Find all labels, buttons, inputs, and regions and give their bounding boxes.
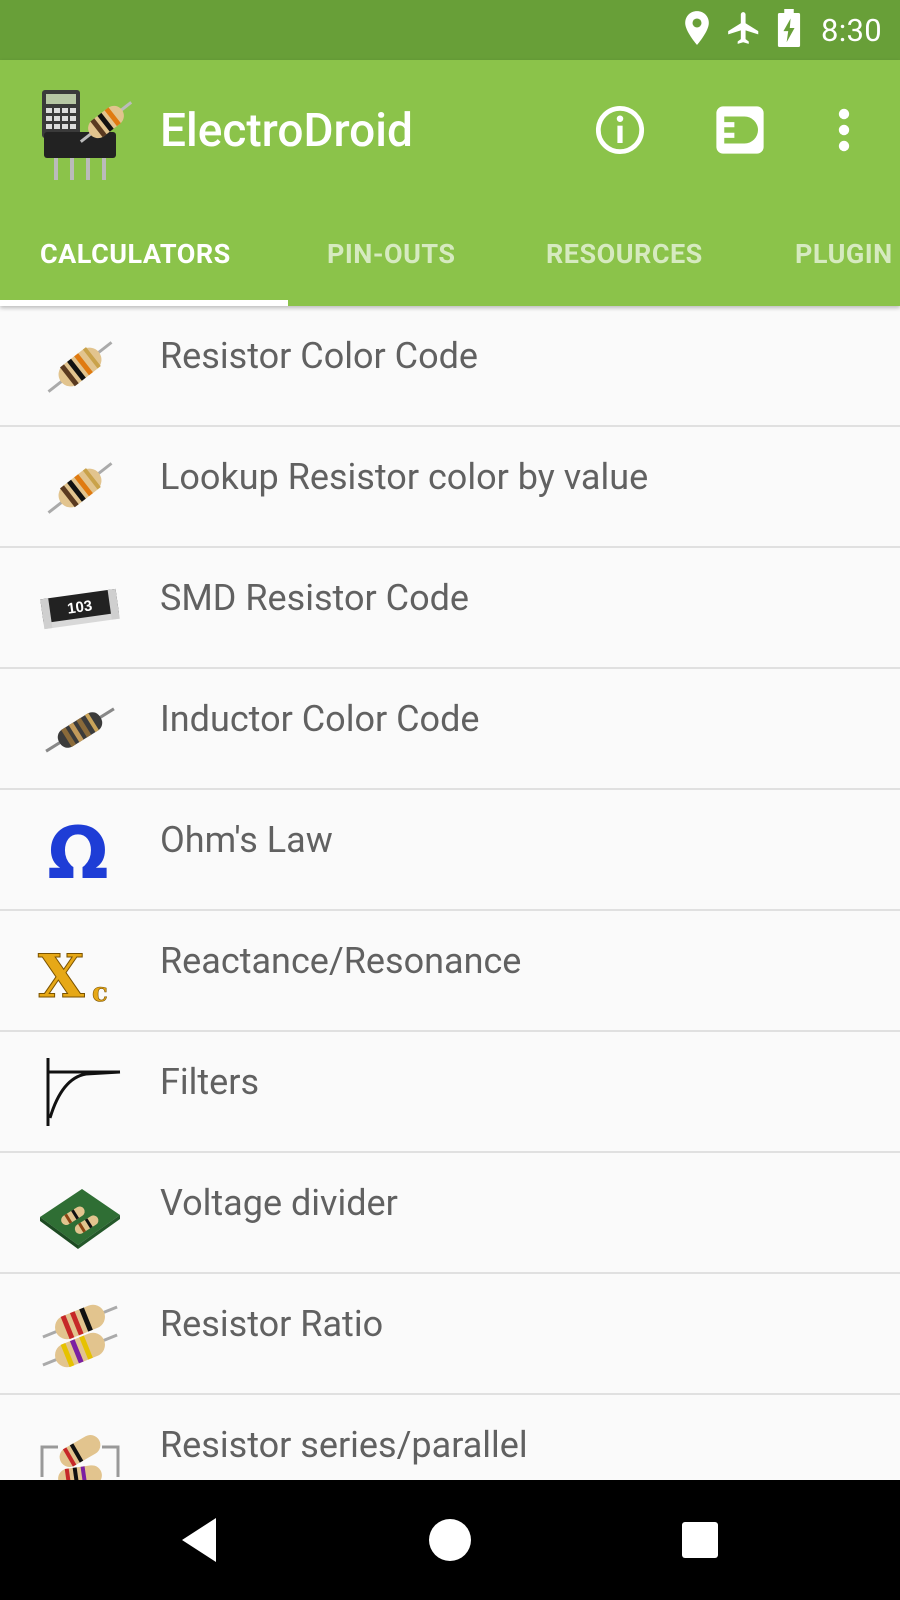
app-logo-icon: [38, 82, 142, 186]
item-label: Reactance/Resonance: [160, 940, 522, 982]
status-icons: 8:30: [683, 0, 882, 60]
smd-code-text: 103: [66, 597, 93, 617]
resistor-series-parallel-icon: [36, 1417, 124, 1480]
status-bar: 8:30: [0, 0, 900, 60]
list-item[interactable]: Lookup Resistor color by value: [0, 427, 900, 548]
list-item[interactable]: Voltage divider: [0, 1153, 900, 1274]
tab-calculators[interactable]: CALCULATORS: [40, 202, 231, 306]
voltage-divider-icon: [36, 1175, 124, 1253]
list-item[interactable]: Resistor Color Code: [0, 306, 900, 427]
home-button[interactable]: [420, 1510, 480, 1570]
item-label: Voltage divider: [160, 1182, 398, 1224]
airplane-mode-icon: [725, 9, 763, 51]
status-time: 8:30: [821, 11, 882, 49]
smd-resistor-icon: 103: [36, 570, 124, 648]
back-button[interactable]: [170, 1510, 230, 1570]
item-label: SMD Resistor Code: [160, 577, 469, 619]
app-bar: ElectroDroid CALCULATORS PIN-OUTS RESOUR…: [0, 60, 900, 306]
resistor-icon: [36, 449, 124, 527]
tab-plugins[interactable]: PLUGIN: [795, 202, 893, 306]
recents-button[interactable]: [670, 1510, 730, 1570]
filter-curve-icon: [36, 1054, 124, 1132]
tab-bar: CALCULATORS PIN-OUTS RESOURCES PLUGIN: [0, 202, 900, 306]
plugin-button[interactable]: [708, 100, 772, 164]
inductor-icon: [36, 691, 124, 769]
resistor-ratio-icon: [36, 1296, 124, 1374]
more-options-button[interactable]: [812, 100, 876, 164]
item-label: Lookup Resistor color by value: [160, 456, 649, 498]
resistor-icon: [36, 328, 124, 406]
navigation-bar: [0, 1480, 900, 1600]
list-item[interactable]: Ω Ohm's Law: [0, 790, 900, 911]
item-label: Filters: [160, 1061, 260, 1103]
battery-charging-icon: [777, 9, 801, 51]
list-item[interactable]: Xc Reactance/Resonance: [0, 911, 900, 1032]
svg-text:Ω: Ω: [47, 812, 108, 890]
list-item[interactable]: Resistor Ratio: [0, 1274, 900, 1395]
omega-icon: Ω: [36, 811, 124, 895]
back-icon: [170, 1518, 230, 1574]
location-icon: [683, 10, 711, 50]
item-label: Inductor Color Code: [160, 698, 480, 740]
calculator-list: Resistor Color Code Lookup Resistor colo…: [0, 306, 900, 1480]
item-label: Resistor Ratio: [160, 1303, 384, 1345]
list-item[interactable]: 103 SMD Resistor Code: [0, 548, 900, 669]
app-title: ElectroDroid: [160, 104, 413, 158]
svg-text:c: c: [92, 978, 108, 1008]
home-icon: [420, 1519, 480, 1574]
more-vert-icon: [837, 108, 851, 156]
list-item[interactable]: Filters: [0, 1032, 900, 1153]
list-item[interactable]: Resistor series/parallel: [0, 1395, 900, 1480]
plugin-icon: [713, 103, 767, 161]
list-item[interactable]: Inductor Color Code: [0, 669, 900, 790]
item-label: Resistor series/parallel: [160, 1424, 528, 1466]
reactance-icon: Xc: [36, 933, 124, 1013]
info-button[interactable]: [588, 100, 652, 164]
recents-icon: [670, 1522, 730, 1574]
tab-pin-outs[interactable]: PIN-OUTS: [327, 202, 456, 306]
tab-resources[interactable]: RESOURCES: [546, 202, 703, 306]
svg-text:X: X: [38, 942, 85, 1011]
item-label: Resistor Color Code: [160, 335, 479, 377]
item-label: Ohm's Law: [160, 819, 333, 861]
info-icon: [594, 104, 646, 160]
